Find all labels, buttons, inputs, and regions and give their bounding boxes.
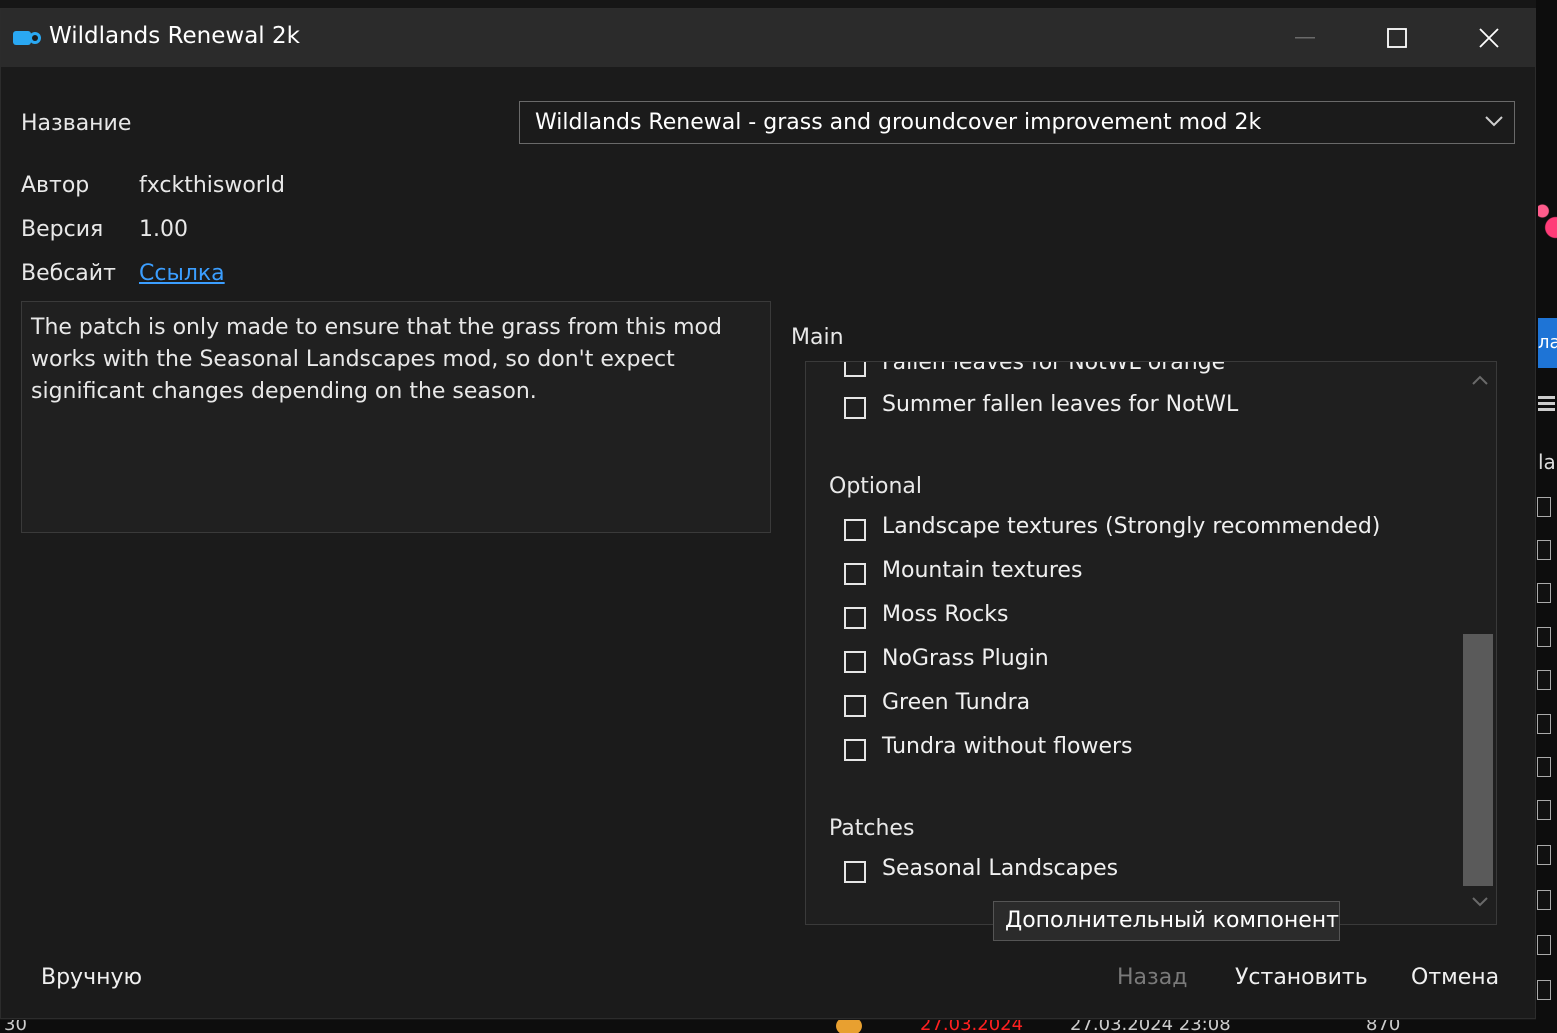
scroll-down-icon[interactable] — [1471, 896, 1489, 908]
mod-name-dropdown[interactable]: Wildlands Renewal - grass and groundcove… — [519, 101, 1515, 144]
background-app-bottom: 30 27.03.2024 27.03.2024 23:08 870 — [0, 1020, 1557, 1033]
component-list[interactable]: Fallen leaves for NotWL orange Summer fa… — [805, 361, 1497, 925]
checkbox[interactable] — [844, 563, 866, 585]
background-app-edge: ла la — [1536, 0, 1557, 1033]
component-label: Seasonal Landscapes — [882, 856, 1119, 881]
title-bar: Wildlands Renewal 2k — [1, 9, 1535, 67]
checkbox[interactable] — [844, 695, 866, 717]
background-checkbox — [1537, 497, 1551, 517]
version-label: Версия — [21, 217, 104, 242]
background-checkbox — [1537, 670, 1551, 690]
minimize-icon — [1295, 37, 1315, 39]
window-title: Wildlands Renewal 2k — [49, 23, 300, 49]
version-value: 1.00 — [139, 217, 188, 242]
background-checkbox — [1537, 980, 1551, 1000]
component-label: Summer fallen leaves for NotWL — [882, 392, 1239, 417]
background-label: la — [1538, 450, 1556, 474]
background-cell: 27.03.2024 23:08 — [1070, 1020, 1231, 1033]
background-cell: 870 — [1366, 1020, 1401, 1033]
flower-logo-icon — [1538, 200, 1557, 255]
close-button[interactable] — [1443, 9, 1535, 67]
chevron-down-icon — [1485, 116, 1503, 127]
background-blue-button: ла — [1538, 318, 1557, 368]
install-button[interactable]: Установить — [1235, 965, 1368, 990]
back-button[interactable]: Назад — [1117, 965, 1187, 990]
maximize-icon — [1387, 28, 1407, 48]
component-label: NoGrass Plugin — [882, 646, 1049, 671]
checkbox[interactable] — [844, 739, 866, 761]
component-label: Tundra without flowers — [882, 734, 1133, 759]
component-label: Fallen leaves for NotWL orange — [882, 361, 1226, 375]
background-cell: 30 — [4, 1020, 27, 1033]
website-label: Вебсайт — [21, 261, 116, 286]
tooltip: Дополнительный компонент — [993, 901, 1340, 941]
background-app-icon — [836, 1020, 862, 1033]
group-label-main: Main — [791, 325, 844, 350]
app-logo-icon — [13, 31, 41, 45]
maximize-button[interactable] — [1351, 9, 1443, 67]
checkbox[interactable] — [844, 397, 866, 419]
background-checkbox — [1537, 540, 1551, 560]
name-label: Название — [21, 111, 132, 136]
background-checkbox — [1537, 845, 1551, 865]
checkbox[interactable] — [844, 362, 866, 377]
group-label-optional: Optional — [829, 474, 923, 499]
component-label: Moss Rocks — [882, 602, 1009, 627]
group-label-patches: Patches — [829, 816, 915, 841]
component-label: Landscape textures (Strongly recommended… — [882, 514, 1381, 539]
author-value: fxckthisworld — [139, 173, 285, 198]
mod-install-dialog: Wildlands Renewal 2k Название Wildlands … — [0, 8, 1536, 1019]
background-cell: 27.03.2024 — [920, 1020, 1024, 1033]
author-label: Автор — [21, 173, 90, 198]
manual-button[interactable]: Вручную — [41, 965, 142, 990]
background-checkbox — [1537, 583, 1551, 603]
close-icon — [1479, 28, 1499, 48]
checkbox[interactable] — [844, 607, 866, 629]
hamburger-icon — [1538, 393, 1555, 419]
component-label: Mountain textures — [882, 558, 1083, 583]
background-checkbox — [1537, 757, 1551, 777]
checkbox[interactable] — [844, 861, 866, 883]
scroll-up-icon[interactable] — [1471, 374, 1489, 386]
mod-name-value: Wildlands Renewal - grass and groundcove… — [535, 110, 1262, 135]
checkbox[interactable] — [844, 651, 866, 673]
mod-description: The patch is only made to ensure that th… — [21, 301, 771, 533]
website-link[interactable]: Ссылка — [139, 261, 225, 286]
background-checkbox — [1537, 800, 1551, 820]
background-checkbox — [1537, 890, 1551, 910]
checkbox[interactable] — [844, 519, 866, 541]
component-label: Green Tundra — [882, 690, 1031, 715]
background-checkbox — [1537, 714, 1551, 734]
background-checkbox — [1537, 627, 1551, 647]
cancel-button[interactable]: Отмена — [1411, 965, 1499, 990]
minimize-button[interactable] — [1259, 9, 1351, 67]
background-checkbox — [1537, 935, 1551, 955]
scrollbar-thumb[interactable] — [1463, 634, 1493, 886]
